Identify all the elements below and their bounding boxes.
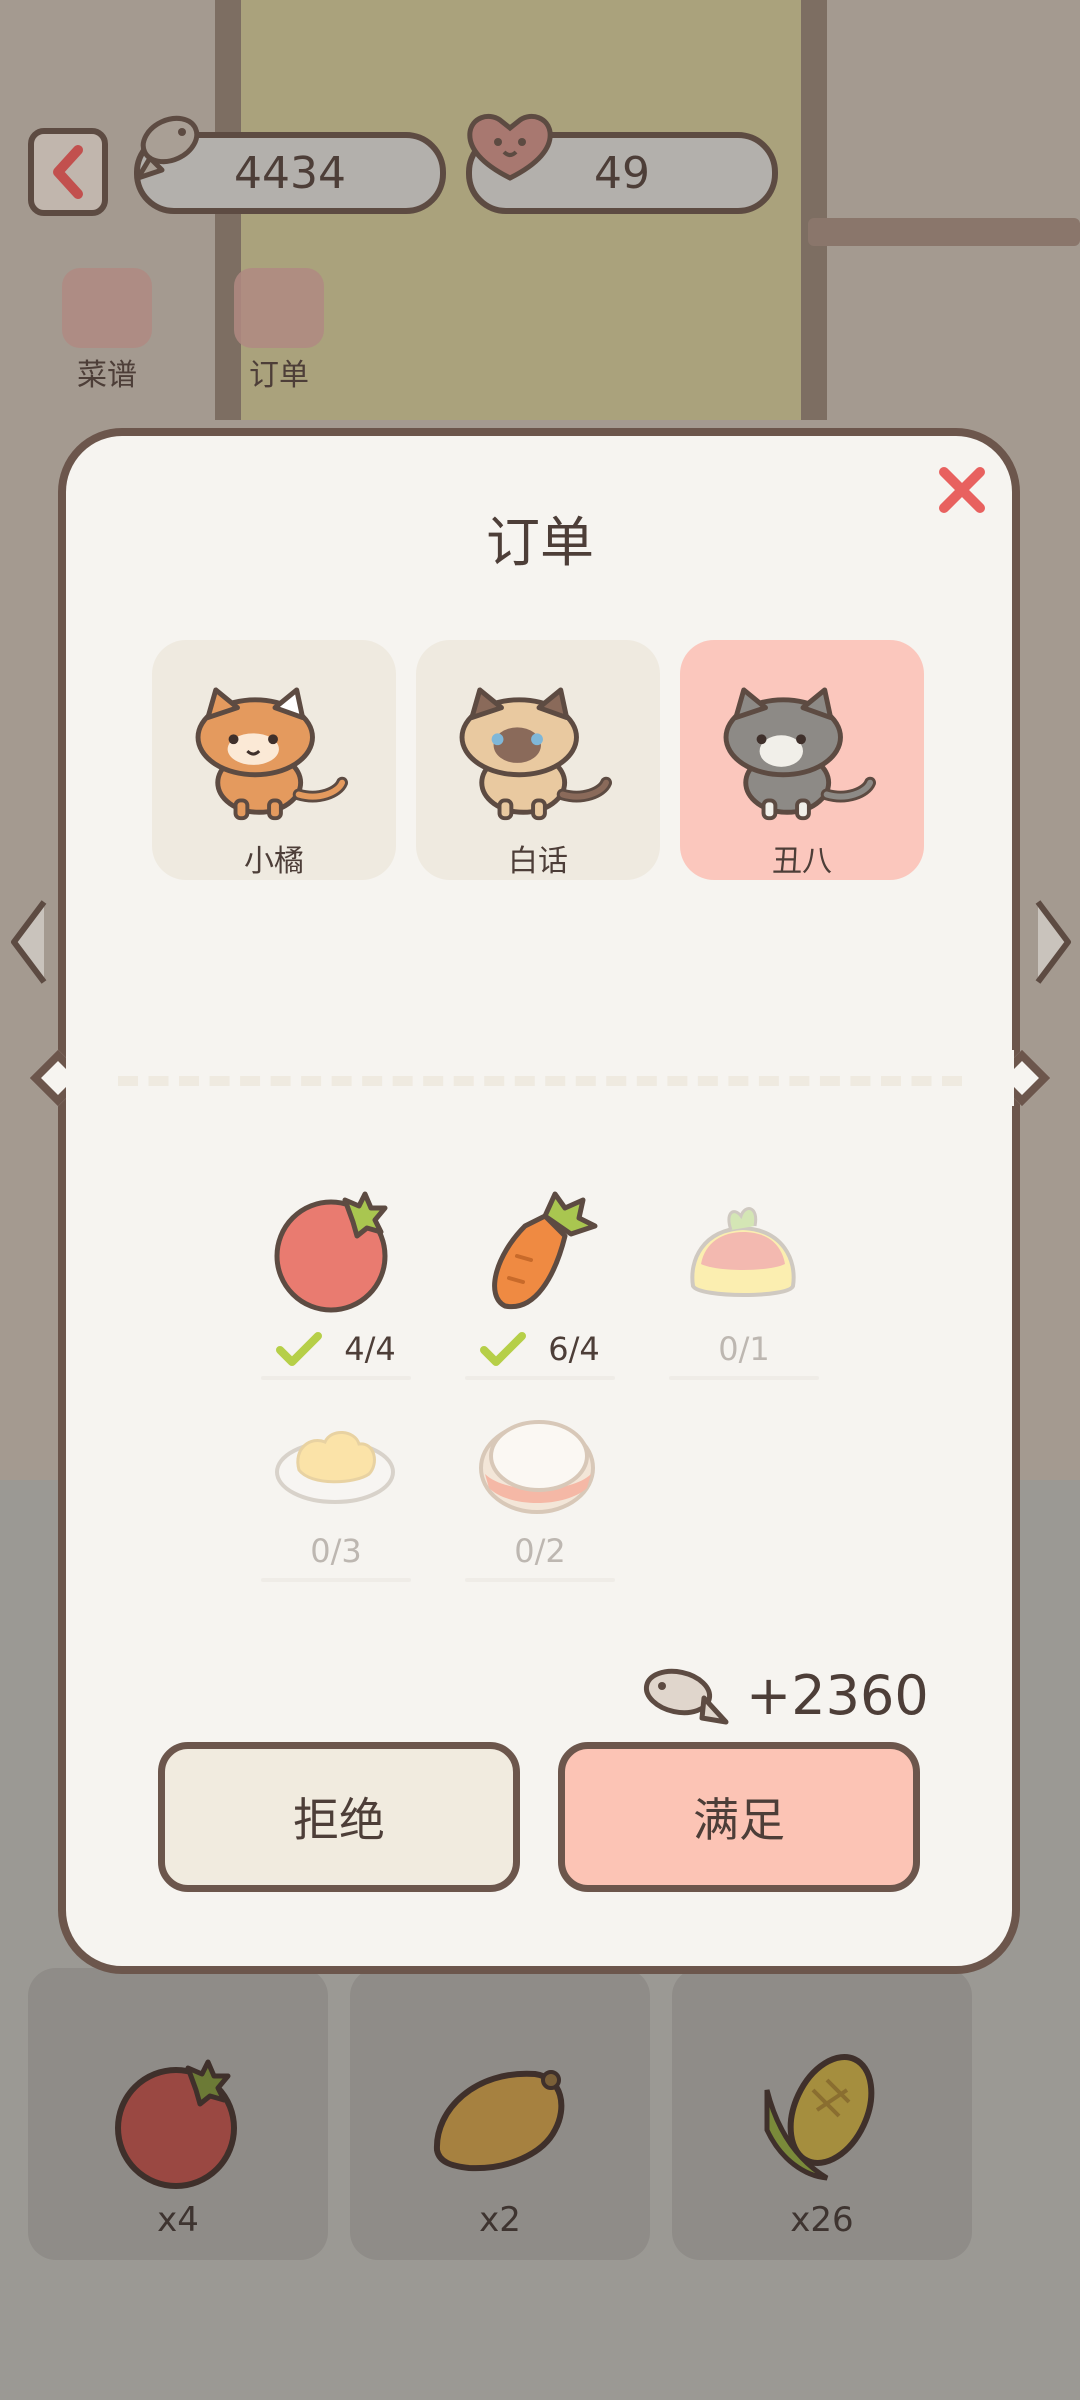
cat-name: 白话 — [508, 844, 568, 879]
inventory-count: x4 — [157, 2200, 199, 2240]
item-progress: 0/3 — [310, 1532, 362, 1570]
tomato-icon — [115, 2059, 237, 2189]
fish-icon — [643, 1668, 729, 1725]
reward-amount: +2360 — [746, 1663, 929, 1727]
order-item: 0/2 — [440, 1408, 640, 1582]
pudding-icon — [690, 1207, 796, 1297]
cat-card-baihua[interactable]: 白话 — [416, 640, 660, 880]
cat-fork-icon — [234, 268, 324, 348]
inventory-slot[interactable]: x2 — [350, 1968, 650, 2260]
item-underline — [669, 1376, 819, 1380]
fish-count: 4434 — [234, 147, 346, 199]
item-underline — [465, 1376, 615, 1380]
orders-label: 订单 — [249, 358, 309, 393]
previous-arrow-icon[interactable] — [8, 896, 48, 988]
inventory-slot[interactable]: x4 — [28, 1968, 328, 2260]
item-progress: 4/4 — [344, 1330, 396, 1368]
corn-icon — [764, 2054, 875, 2181]
siamese-cat-icon — [459, 687, 612, 821]
order-item: 0/1 — [644, 1186, 844, 1380]
gray-cat-icon — [723, 687, 876, 821]
check-icon — [480, 1332, 527, 1366]
cat-card-chouba[interactable]: 丑八 — [680, 640, 924, 880]
item-underline — [261, 1376, 411, 1380]
background-shelf — [808, 218, 1080, 246]
tomato-icon — [274, 1191, 388, 1313]
back-button[interactable] — [28, 128, 108, 216]
notch-cover-right — [990, 1050, 1014, 1106]
reject-label: 拒绝 — [293, 1793, 385, 1847]
next-arrow-icon[interactable] — [1034, 896, 1074, 988]
sandwich-icon — [479, 1420, 595, 1514]
dialog-title: 订单 — [486, 511, 594, 574]
item-progress: 0/2 — [514, 1532, 566, 1570]
reject-button[interactable]: 拒绝 — [158, 1742, 520, 1892]
carrot-icon — [492, 1191, 598, 1310]
orders-nav-button[interactable]: 订单 — [224, 268, 334, 394]
check-icon — [276, 1332, 323, 1366]
item-underline — [261, 1578, 411, 1582]
inventory-count: x2 — [479, 2200, 521, 2240]
heart-count: 49 — [594, 147, 650, 199]
recipes-nav-button[interactable]: 菜谱 — [52, 268, 162, 394]
cat-name: 丑八 — [772, 844, 832, 879]
dashed-divider — [118, 1076, 962, 1086]
order-item: 0/3 — [236, 1408, 436, 1582]
order-item: 4/4 — [236, 1186, 436, 1380]
cat-name: 小橘 — [244, 844, 304, 879]
accept-button[interactable]: 满足 — [558, 1742, 920, 1892]
chef-hat-icon — [62, 268, 152, 348]
inventory-slot[interactable]: x26 — [672, 1968, 972, 2260]
item-progress: 0/1 — [718, 1330, 770, 1368]
orange-cat-icon — [195, 687, 348, 821]
order-item: 6/4 — [440, 1186, 640, 1380]
mango-icon — [433, 2070, 565, 2172]
inventory-count: x26 — [790, 2200, 854, 2240]
accept-label: 满足 — [693, 1793, 785, 1847]
item-progress: 6/4 — [548, 1330, 600, 1368]
notch-cover-left — [66, 1050, 90, 1106]
item-underline — [465, 1578, 615, 1582]
fish-icon — [135, 115, 200, 181]
heart-icon — [467, 114, 553, 181]
order-reward: +2360 — [640, 1660, 929, 1730]
recipes-label: 菜谱 — [77, 358, 137, 393]
cat-card-xiaoju[interactable]: 小橘 — [152, 640, 396, 880]
chevron-left-icon — [53, 145, 83, 199]
scrambled-egg-icon — [275, 1431, 395, 1504]
